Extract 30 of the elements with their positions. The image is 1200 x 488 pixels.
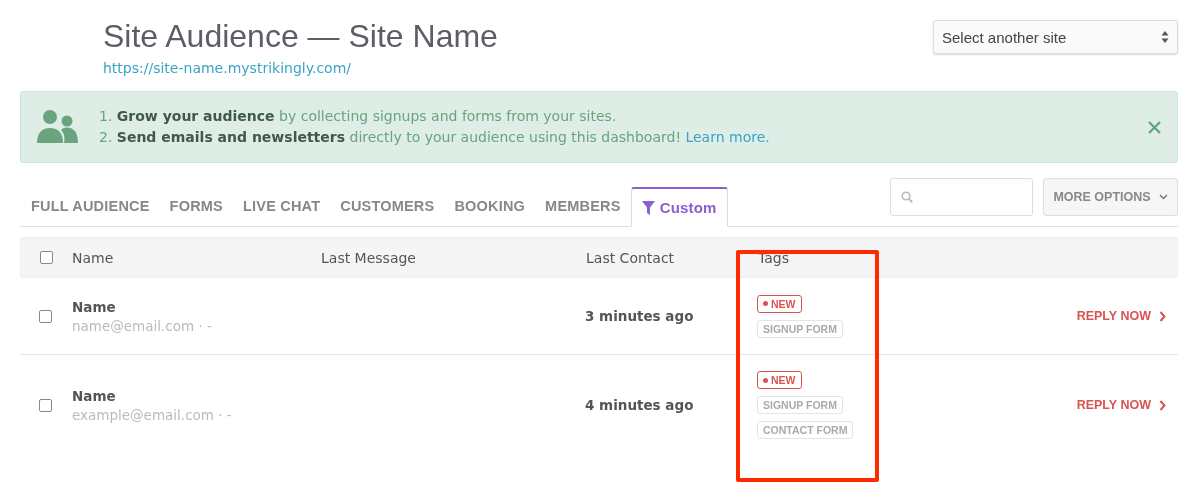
tab[interactable]: BOOKING [444,198,536,226]
site-select[interactable]: Select another site [933,20,1178,54]
tab[interactable]: CUSTOMERS [330,198,445,226]
contact-name: Name [72,387,117,404]
last-contact: 3 minutes ago [585,308,695,324]
tab[interactable]: FORMS [159,198,233,226]
tag: SIGNUP FORM [757,319,843,338]
tab[interactable]: MEMBERS [535,198,631,226]
more-options-button[interactable]: MORE OPTIONS [1043,178,1178,216]
new-tag: NEW [757,294,802,313]
site-link[interactable]: https://site-name.mystrikingly.com/ [103,60,498,76]
last-contact: 4 minutes ago [585,397,695,413]
page-title: Site Audience — Site Name [103,17,498,56]
contact-name: Name [72,298,117,315]
tab[interactable]: LIVE CHAT [232,198,331,226]
tab[interactable]: Custom [630,187,728,227]
contact-email: name@email.com · - [72,317,213,334]
banner-text: 2. Send emails and newsletters directly to your audience using this dashboard! Learn more. [99,128,771,147]
tab[interactable]: FULL AUDIENCE [20,198,160,226]
new-tag: NEW [757,371,802,389]
column-header: Name [72,249,115,266]
tag: SIGNUP FORM [757,396,843,414]
tag: CONTACT FORM [757,421,854,439]
column-header: Last Message [321,249,417,266]
reply-now-link[interactable]: REPLY NOW [1058,398,1178,412]
learn-more-link[interactable]: Learn more. [685,129,770,145]
reply-now-link[interactable]: REPLY NOW [1058,309,1178,323]
banner-text: 1. Grow your audience by collecting signups and forms from your sites. [99,107,618,126]
contact-email: example@email.com · - [72,406,233,423]
column-header: Last Contact [586,249,676,266]
